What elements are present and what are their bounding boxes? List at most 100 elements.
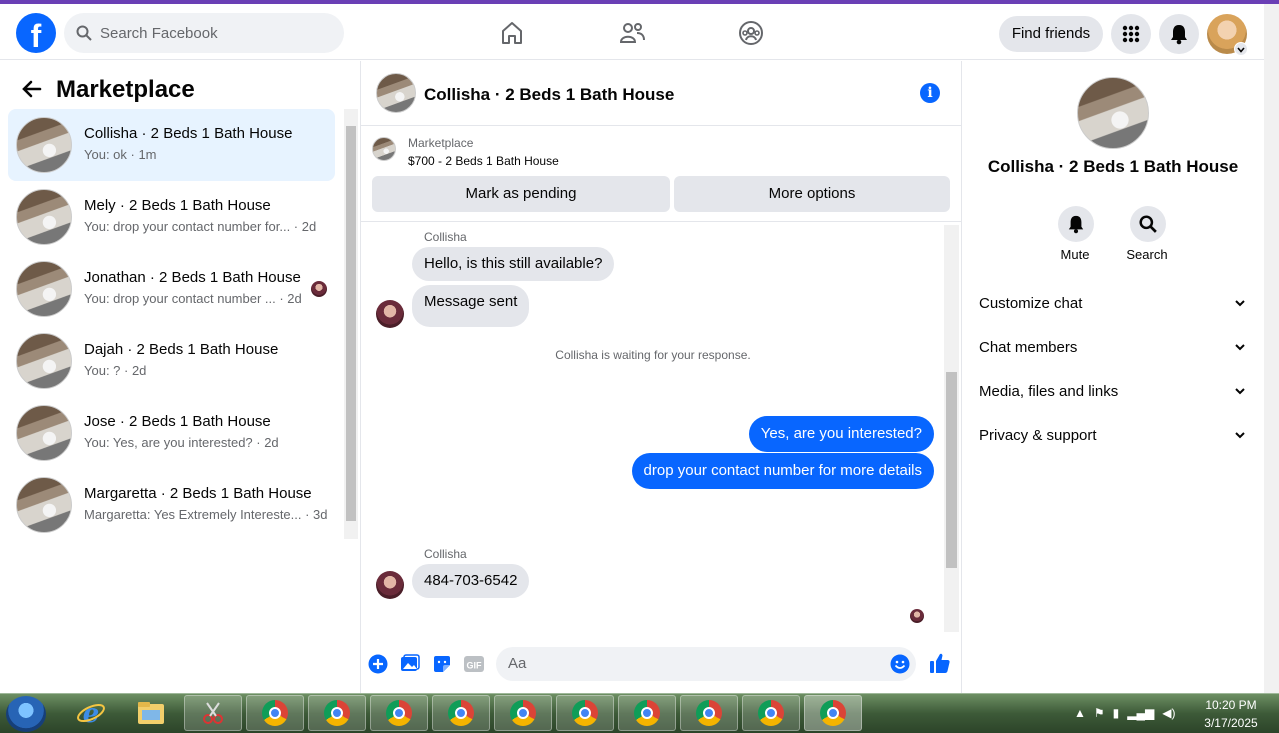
- chat-title[interactable]: Collisha · 2 Beds 1 Bath House: [424, 85, 674, 105]
- incoming-message[interactable]: 484-703-6542: [412, 564, 530, 598]
- menu-grid-icon[interactable]: [1111, 14, 1151, 54]
- conversation-preview: You: ok · 1m: [84, 147, 157, 162]
- plus-circle-icon[interactable]: [368, 654, 388, 674]
- search-icon[interactable]: [1130, 206, 1166, 242]
- internet-explorer-icon[interactable]: e: [62, 695, 120, 731]
- listing-thumbnail: [16, 333, 72, 389]
- volume-icon[interactable]: ◀): [1162, 706, 1175, 720]
- message-sender-name: Collisha: [424, 230, 467, 244]
- conversation-name: Margaretta · 2 Beds 1 Bath House: [84, 485, 312, 502]
- search-input[interactable]: Search Facebook: [64, 13, 344, 53]
- section-label: Media, files and links: [979, 382, 1119, 400]
- conversation-item[interactable]: Mely · 2 Beds 1 Bath House You: drop you…: [8, 181, 335, 253]
- chrome-icon: [820, 700, 846, 726]
- chevron-down-icon[interactable]: [1234, 42, 1248, 56]
- read-receipt-avatar: [910, 609, 924, 623]
- marketplace-label: Marketplace: [408, 136, 474, 150]
- sticker-icon[interactable]: [432, 654, 452, 674]
- file-explorer-icon[interactable]: [122, 695, 180, 731]
- show-hidden-icons-icon[interactable]: ▲: [1074, 706, 1086, 720]
- privacy-support-section[interactable]: Privacy & support: [979, 423, 1247, 447]
- incoming-message[interactable]: Hello, is this still available?: [412, 247, 615, 281]
- customize-chat-section[interactable]: Customize chat: [979, 291, 1247, 315]
- battery-icon[interactable]: ▮: [1113, 706, 1120, 720]
- photo-icon[interactable]: [400, 654, 420, 674]
- section-label: Chat members: [979, 338, 1078, 356]
- conversation-name: Jose · 2 Beds 1 Bath House: [84, 413, 271, 430]
- groups-icon[interactable]: [736, 18, 766, 48]
- mute-bell-icon[interactable]: [1058, 206, 1094, 242]
- listing-small-thumbnail: [372, 137, 396, 161]
- outgoing-message[interactable]: Yes, are you interested?: [748, 416, 934, 452]
- message-input[interactable]: Aa: [496, 647, 916, 681]
- scrollbar-thumb[interactable]: [946, 372, 957, 568]
- chrome-window-button[interactable]: [246, 695, 304, 731]
- message-sender-name: Collisha: [424, 547, 467, 561]
- section-label: Customize chat: [979, 294, 1083, 312]
- chat-details-title: Collisha · 2 Beds 1 Bath House: [987, 157, 1239, 176]
- more-options-button[interactable]: More options: [674, 176, 950, 212]
- sender-avatar[interactable]: [376, 571, 404, 599]
- conversation-item[interactable]: Collisha · 2 Beds 1 Bath House You: ok ·…: [8, 109, 335, 181]
- conversation-item[interactable]: Jonathan · 2 Beds 1 Bath House You: drop…: [8, 253, 335, 325]
- page-title: Marketplace: [56, 76, 195, 103]
- sender-avatar[interactable]: [376, 300, 404, 328]
- chrome-icon: [634, 700, 660, 726]
- status-notice: Collisha is waiting for your response.: [555, 348, 751, 362]
- chrome-icon: [510, 700, 536, 726]
- chrome-window-button[interactable]: [432, 695, 490, 731]
- chevron-down-icon: [1235, 432, 1245, 439]
- thumbs-up-icon[interactable]: [929, 652, 951, 674]
- gif-icon[interactable]: GIF: [463, 654, 485, 674]
- chrome-window-button[interactable]: [556, 695, 614, 731]
- chrome-icon: [448, 700, 474, 726]
- clock-date[interactable]: 3/17/2025: [1196, 716, 1266, 730]
- conversation-item[interactable]: Margaretta · 2 Beds 1 Bath House Margare…: [8, 469, 335, 541]
- network-signal-icon[interactable]: ▂▄▆: [1127, 706, 1154, 720]
- back-arrow-icon[interactable]: [22, 80, 42, 103]
- chrome-window-button[interactable]: [618, 695, 676, 731]
- seen-avatar: [311, 281, 327, 297]
- chrome-icon: [696, 700, 722, 726]
- conversation-item[interactable]: Dajah · 2 Beds 1 Bath House You: ? · 2d: [8, 325, 335, 397]
- listing-price[interactable]: $700 - 2 Beds 1 Bath House: [408, 154, 559, 168]
- chrome-window-button[interactable]: [494, 695, 552, 731]
- chat-profile-image[interactable]: [1077, 77, 1149, 149]
- clock-time[interactable]: 10:20 PM: [1196, 698, 1266, 712]
- conversation-preview: You: Yes, are you interested? · 2d: [84, 435, 279, 450]
- facebook-logo[interactable]: f: [16, 13, 56, 53]
- friends-icon[interactable]: [617, 18, 647, 48]
- system-tray: ▲ ⚑ ▮ ▂▄▆ ◀): [1074, 706, 1175, 720]
- chrome-window-button[interactable]: [308, 695, 366, 731]
- message-input-placeholder: Aa: [508, 655, 527, 672]
- incoming-message[interactable]: Message sent: [412, 285, 530, 327]
- section-label: Privacy & support: [979, 426, 1097, 444]
- chrome-window-button-active[interactable]: [804, 695, 862, 731]
- mute-label: Mute: [1060, 247, 1090, 262]
- action-center-icon[interactable]: ⚑: [1094, 706, 1105, 720]
- start-button[interactable]: [6, 696, 46, 732]
- conversation-item[interactable]: Jose · 2 Beds 1 Bath House You: Yes, are…: [8, 397, 335, 469]
- outgoing-message[interactable]: drop your contact number for more detail…: [631, 453, 934, 489]
- info-icon[interactable]: i: [920, 83, 940, 103]
- divider: [361, 125, 962, 126]
- chrome-window-button[interactable]: [370, 695, 428, 731]
- mark-as-pending-button[interactable]: Mark as pending: [372, 176, 670, 212]
- find-friends-button[interactable]: Find friends: [999, 16, 1103, 52]
- chat-members-section[interactable]: Chat members: [979, 335, 1247, 359]
- home-icon[interactable]: [497, 18, 527, 48]
- conversation-name: Jonathan · 2 Beds 1 Bath House: [84, 269, 301, 286]
- conversation-preview: Margaretta: Yes Extremely Intereste... ·…: [84, 507, 328, 522]
- emoji-icon[interactable]: [890, 654, 910, 674]
- top-navigation-bar: f Search Facebook Find friends: [0, 4, 1264, 60]
- chrome-icon: [262, 700, 288, 726]
- listing-thumbnail: [16, 405, 72, 461]
- media-files-links-section[interactable]: Media, files and links: [979, 379, 1247, 403]
- snipping-tool-icon[interactable]: [184, 695, 242, 731]
- chrome-window-button[interactable]: [742, 695, 800, 731]
- notifications-bell-icon[interactable]: [1159, 14, 1199, 54]
- chrome-window-button[interactable]: [680, 695, 738, 731]
- scrollbar-thumb[interactable]: [346, 126, 356, 521]
- svg-text:e: e: [83, 699, 100, 728]
- window-scrollbar[interactable]: [1264, 4, 1279, 693]
